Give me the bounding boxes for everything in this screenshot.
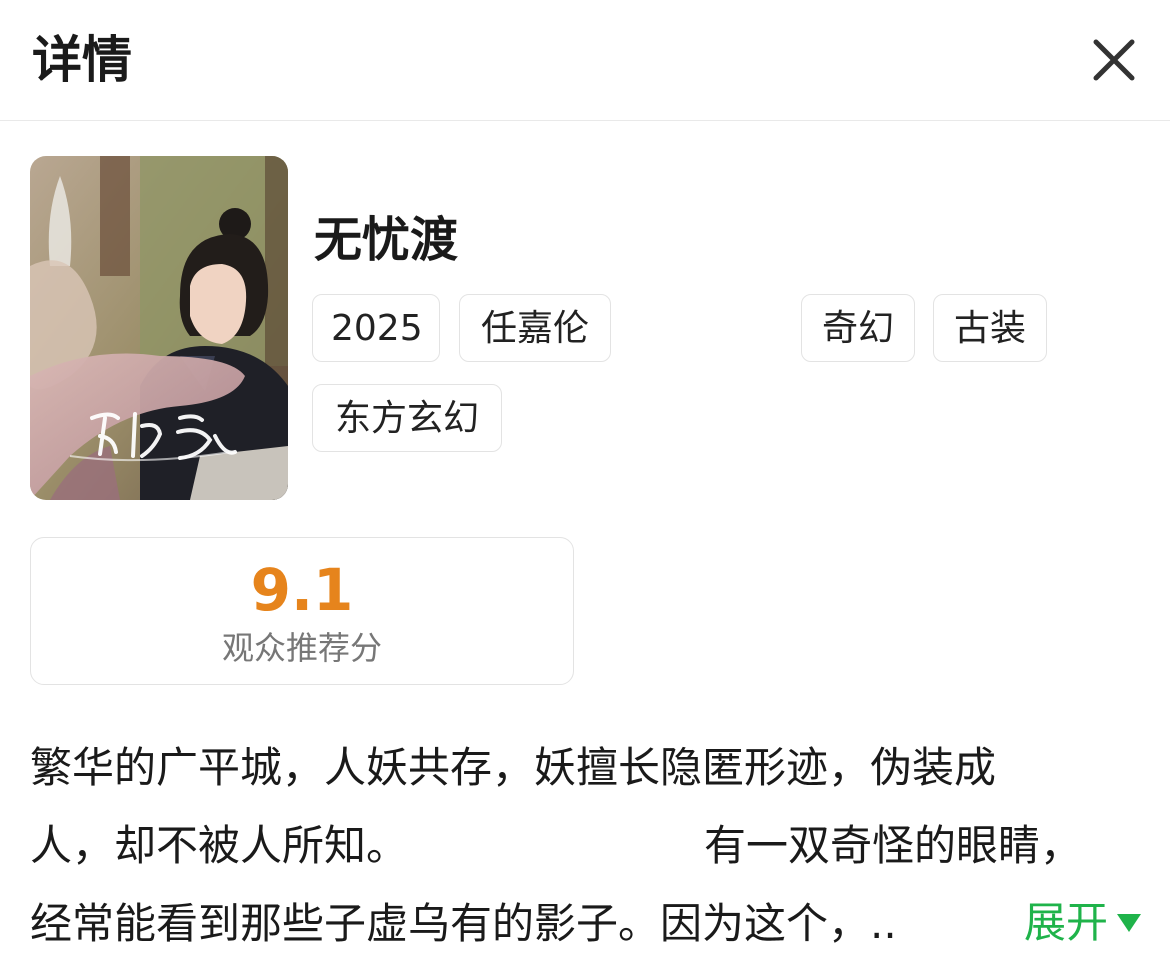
synopsis-line: 有一双奇怪的眼睛， <box>704 821 1083 870</box>
expand-button[interactable]: 展开 <box>1010 893 1145 953</box>
sheet-header: 详情 <box>0 0 1170 121</box>
detail-sheet: 详情 无忧渡 2025 任嘉伦 奇幻 古装 东方玄幻 9.1 观众推荐分 繁华的… <box>0 0 1170 975</box>
tag-genre-costume[interactable]: 古装 <box>933 294 1047 362</box>
page-title: 详情 <box>32 31 132 89</box>
poster-image[interactable] <box>30 156 288 500</box>
close-icon <box>1093 39 1135 81</box>
score-label: 观众推荐分 <box>221 629 382 667</box>
expand-label: 展开 <box>1024 898 1109 947</box>
tag-genre-fantasy[interactable]: 奇幻 <box>801 294 915 362</box>
score-card[interactable]: 9.1 观众推荐分 <box>30 537 574 685</box>
synopsis-line: 繁华的广平城，人妖共存，妖擅长隐匿形迹，伪装成 <box>30 743 997 792</box>
tag-year[interactable]: 2025 <box>312 294 440 362</box>
synopsis-line: 人，却不被人所知。 <box>30 821 409 870</box>
tag-genre-eastern-fantasy[interactable]: 东方玄幻 <box>312 384 502 452</box>
close-button[interactable] <box>1088 34 1140 86</box>
triangle-down-icon <box>1117 914 1142 932</box>
score-value: 9.1 <box>250 556 354 624</box>
synopsis-line: 经常能看到那些子虚乌有的影子。因为这个，.. <box>30 899 897 948</box>
show-title: 无忧渡 <box>314 212 459 268</box>
poster-illustration <box>30 156 288 500</box>
tag-actor[interactable]: 任嘉伦 <box>459 294 611 362</box>
